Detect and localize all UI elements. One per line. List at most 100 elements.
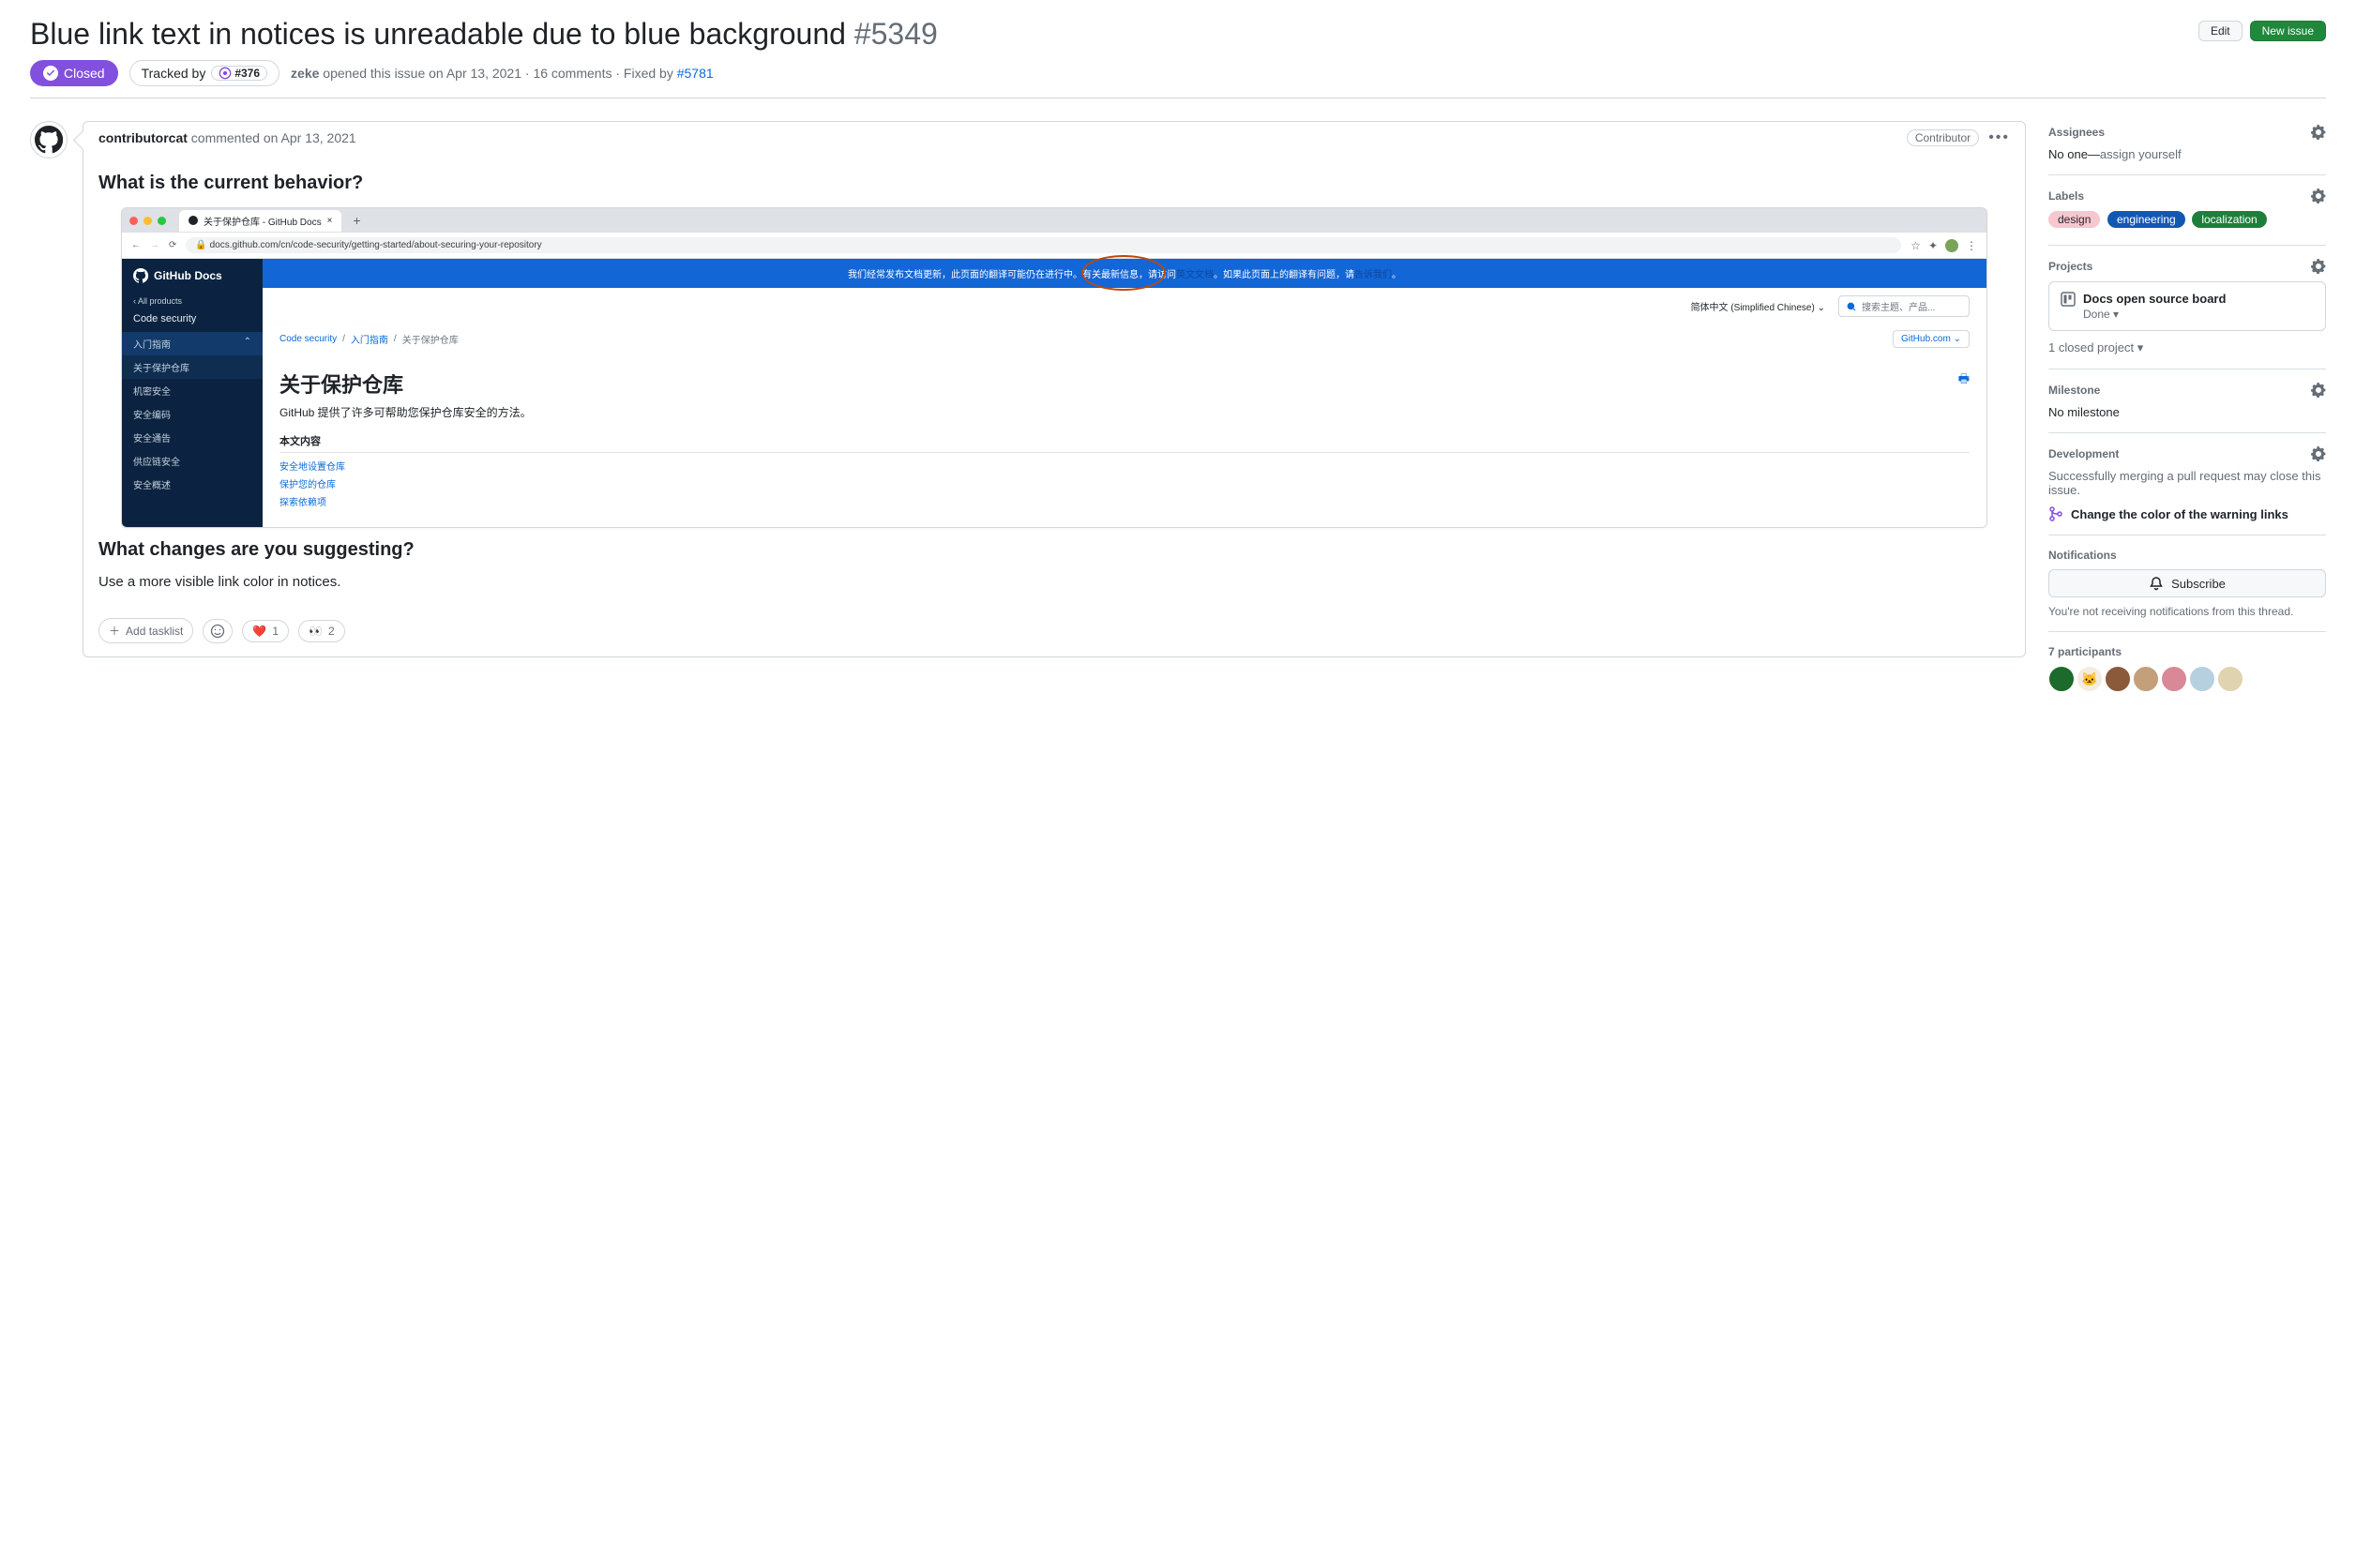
subscribe-button[interactable]: Subscribe: [2048, 569, 2326, 597]
closed-projects-toggle[interactable]: 1 closed project ▾: [2048, 340, 2326, 355]
side-nav-item: 入门指南⌃: [122, 332, 263, 355]
tracked-by-label: Tracked by: [142, 66, 206, 81]
title-text: Blue link text in notices is unreadable …: [30, 17, 846, 51]
notif-subtext: You're not receiving notifications from …: [2048, 605, 2326, 618]
caret-down-icon: ▾: [2137, 340, 2144, 354]
add-tasklist-button[interactable]: ＋ Add tasklist: [98, 618, 193, 643]
projects-heading: Projects: [2048, 260, 2092, 273]
reaction-eyes[interactable]: 👀 2: [298, 620, 345, 642]
development-heading: Development: [2048, 447, 2119, 460]
gear-icon[interactable]: [2311, 446, 2326, 461]
toc-link: 保护您的仓库: [279, 475, 1970, 492]
issue-closed-icon: [219, 67, 232, 80]
author-link[interactable]: zeke: [291, 66, 319, 81]
project-name: Docs open source board: [2083, 292, 2226, 306]
tracked-by-ref[interactable]: #376: [211, 66, 267, 81]
heart-icon: ❤️: [252, 625, 266, 638]
project-status[interactable]: Done ▾: [2083, 308, 2226, 321]
comment-box: contributorcat commented on Apr 13, 2021…: [83, 121, 2026, 657]
labels-heading: Labels: [2048, 189, 2084, 203]
state-label: Closed: [64, 66, 105, 81]
project-card[interactable]: Docs open source board Done ▾: [2048, 281, 2326, 331]
suggestion-text: Use a more visible link color in notices…: [98, 574, 2010, 590]
issue-number: #5349: [854, 17, 938, 51]
gear-icon[interactable]: [2311, 188, 2326, 204]
tab-close-icon: ×: [327, 216, 333, 226]
notice-banner: 我们经常发布文档更新，此页面的翻译可能仍在进行中。有关最新信息，请访问英文文档。…: [263, 259, 1986, 288]
comment-byline: contributorcat commented on Apr 13, 2021: [98, 130, 356, 145]
toc-link: 探索依赖项: [279, 492, 1970, 510]
browser-menu-icon: ⋮: [1966, 239, 1977, 252]
label-engineering[interactable]: engineering: [2107, 211, 2185, 228]
browser-tab: 关于保护仓库 - GitHub Docs ×: [179, 210, 341, 232]
label-design[interactable]: design: [2048, 211, 2100, 228]
label-localization[interactable]: localization: [2192, 211, 2266, 228]
side-nav-item: 供应链安全: [122, 449, 263, 473]
side-section: Code security: [122, 309, 263, 328]
section-heading-2: What changes are you suggesting?: [98, 539, 2010, 561]
participant-avatar[interactable]: [2217, 666, 2243, 692]
reload-icon: ⟳: [169, 240, 176, 250]
eyes-icon: 👀: [309, 625, 323, 638]
check-circle-icon: [43, 66, 58, 81]
traffic-min-icon: [143, 217, 152, 225]
milestone-heading: Milestone: [2048, 384, 2100, 397]
gear-icon[interactable]: [2311, 259, 2326, 274]
version-picker: GitHub.com ⌄: [1893, 330, 1970, 348]
gear-icon[interactable]: [2311, 125, 2326, 140]
new-issue-button[interactable]: New issue: [2250, 21, 2326, 41]
side-nav-item: 机密安全: [122, 379, 263, 402]
git-merge-icon: [2048, 506, 2063, 521]
docs-search: 搜索主题、产品...: [1838, 295, 1970, 317]
assign-yourself-link[interactable]: assign yourself: [2100, 147, 2182, 161]
comment-author[interactable]: contributorcat: [98, 130, 188, 145]
chevron-down-icon: ⌄: [1954, 334, 1961, 344]
reaction-heart[interactable]: ❤️ 1: [242, 620, 289, 642]
plus-icon: ＋: [109, 623, 120, 639]
tracked-by-badge[interactable]: Tracked by #376: [129, 60, 279, 86]
caret-down-icon: ▾: [2113, 308, 2119, 321]
toc-link: 安全地设置仓库: [279, 457, 1970, 475]
fixed-by-link[interactable]: #5781: [677, 66, 714, 81]
nav-fwd-icon: →: [150, 240, 159, 250]
extensions-icon: ✦: [1928, 239, 1938, 252]
participant-avatar[interactable]: [2048, 666, 2075, 692]
assignees-body: No one—assign yourself: [2048, 147, 2326, 161]
chevron-down-icon: ⌄: [1818, 303, 1825, 313]
lang-selector: 简体中文 (Simplified Chinese) ⌄: [1691, 299, 1825, 313]
embedded-screenshot[interactable]: 关于保护仓库 - GitHub Docs × + ← → ⟳ 🔒 docs.gi…: [121, 207, 1987, 528]
comment-date[interactable]: on Apr 13, 2021: [264, 130, 356, 145]
github-mark-icon: [133, 268, 148, 283]
bell-icon: [2149, 576, 2164, 591]
add-reaction-button[interactable]: [203, 619, 233, 643]
participant-avatar[interactable]: 🐱: [2077, 666, 2103, 692]
side-nav-item: 安全编码: [122, 402, 263, 426]
notifications-heading: Notifications: [2048, 549, 2117, 562]
participants-heading: 7 participants: [2048, 645, 2122, 658]
all-products-link: ‹ All products: [122, 293, 263, 309]
participant-avatar[interactable]: [2161, 666, 2187, 692]
page-title: 关于保护仓库: [279, 369, 403, 399]
traffic-max-icon: [158, 217, 166, 225]
role-badge: Contributor: [1907, 129, 1979, 146]
toc-heading: 本文内容: [279, 433, 1970, 453]
profile-avatar-icon: [1945, 239, 1958, 252]
search-icon: [1847, 302, 1856, 311]
edit-button[interactable]: Edit: [2198, 21, 2243, 41]
smiley-icon: [210, 624, 225, 639]
kebab-icon[interactable]: •••: [1988, 129, 2010, 146]
octocat-icon: [35, 126, 63, 154]
participant-avatar[interactable]: [2105, 666, 2131, 692]
milestone-body: No milestone: [2048, 405, 2326, 419]
chevron-up-icon: ⌃: [244, 337, 251, 351]
page-subtitle: GitHub 提供了许多可帮助您保护仓库安全的方法。: [279, 404, 1970, 420]
participant-avatar[interactable]: [2133, 666, 2159, 692]
gear-icon[interactable]: [2311, 383, 2326, 398]
github-icon: [189, 216, 198, 225]
side-nav-item: 关于保护仓库: [122, 355, 263, 379]
side-nav-item: 安全概述: [122, 473, 263, 496]
avatar[interactable]: [30, 121, 68, 158]
participant-avatar[interactable]: [2189, 666, 2215, 692]
linked-pr[interactable]: Change the color of the warning links: [2048, 506, 2326, 521]
url-bar: 🔒 docs.github.com/cn/code-security/getti…: [186, 237, 1901, 253]
